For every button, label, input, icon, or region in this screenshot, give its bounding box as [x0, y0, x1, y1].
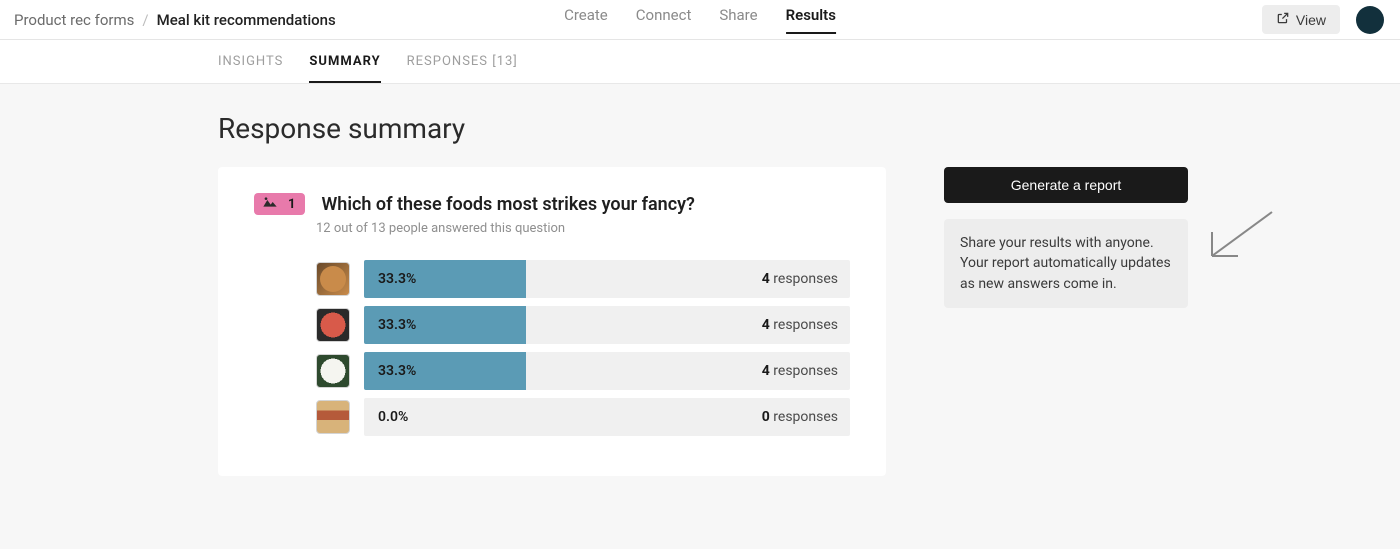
- response-count: 0 responses: [762, 409, 838, 425]
- option-row: 0.0% 0 responses: [316, 398, 850, 436]
- tab-responses[interactable]: RESPONSES [13]: [407, 54, 518, 83]
- question-header: 1 Which of these foods most strikes your…: [254, 193, 850, 215]
- generate-report-button[interactable]: Generate a report: [944, 167, 1188, 203]
- avatar[interactable]: [1356, 6, 1384, 34]
- response-bar-fill: 33.3%: [364, 260, 526, 298]
- option-row: 33.3% 4 responses: [316, 260, 850, 298]
- tab-insights[interactable]: INSIGHTS: [218, 54, 283, 83]
- response-count: 4 responses: [762, 363, 838, 379]
- nav-share[interactable]: Share: [719, 6, 757, 34]
- header-right: View: [1262, 5, 1384, 34]
- breadcrumb: Product rec forms / Meal kit recommendat…: [14, 11, 336, 29]
- main-nav: Create Connect Share Results: [564, 6, 836, 34]
- options-list: 33.3% 4 responses 33.3% 4 responses 33.3% 4 r…: [316, 260, 850, 436]
- view-button-label: View: [1296, 12, 1326, 28]
- option-row: 33.3% 4 responses: [316, 306, 850, 344]
- nav-connect[interactable]: Connect: [636, 6, 692, 34]
- response-count: 4 responses: [762, 317, 838, 333]
- response-bar: 0.0% 0 responses: [364, 398, 850, 436]
- tab-summary[interactable]: SUMMARY: [309, 54, 380, 83]
- question-number: 1: [288, 197, 295, 212]
- nav-create[interactable]: Create: [564, 6, 608, 34]
- question-subtext: 12 out of 13 people answered this questi…: [316, 221, 850, 236]
- response-percent-label: 0.0%: [364, 409, 408, 425]
- response-bar: 33.3% 4 responses: [364, 260, 850, 298]
- content-row: 1 Which of these foods most strikes your…: [218, 167, 1400, 476]
- question-title: Which of these foods most strikes your f…: [321, 194, 694, 215]
- nav-results[interactable]: Results: [786, 6, 836, 34]
- page-title: Response summary: [218, 112, 1400, 145]
- main-canvas: Response summary 1 Which of these foods …: [0, 84, 1400, 549]
- top-header: Product rec forms / Meal kit recommendat…: [0, 0, 1400, 40]
- summary-sidebar: Generate a report Share your results wit…: [944, 167, 1188, 308]
- response-bar-fill: 33.3%: [364, 306, 526, 344]
- image-icon: [262, 196, 278, 212]
- results-subtabs: INSIGHTS SUMMARY RESPONSES [13]: [0, 40, 1400, 84]
- external-link-icon: [1276, 11, 1290, 28]
- breadcrumb-current: Meal kit recommendations: [157, 11, 336, 29]
- breadcrumb-separator: /: [142, 11, 148, 29]
- option-thumbnail: [316, 400, 350, 434]
- report-info-box: Share your results with anyone. Your rep…: [944, 219, 1188, 308]
- response-count: 4 responses: [762, 271, 838, 287]
- summary-card: 1 Which of these foods most strikes your…: [218, 167, 886, 476]
- option-thumbnail: [316, 308, 350, 342]
- response-bar: 33.3% 4 responses: [364, 352, 850, 390]
- option-thumbnail: [316, 354, 350, 388]
- breadcrumb-parent[interactable]: Product rec forms: [14, 11, 134, 29]
- response-bar-fill: 33.3%: [364, 352, 526, 390]
- response-bar: 33.3% 4 responses: [364, 306, 850, 344]
- option-row: 33.3% 4 responses: [316, 352, 850, 390]
- option-thumbnail: [316, 262, 350, 296]
- view-button[interactable]: View: [1262, 5, 1340, 34]
- question-type-badge: 1: [254, 193, 305, 215]
